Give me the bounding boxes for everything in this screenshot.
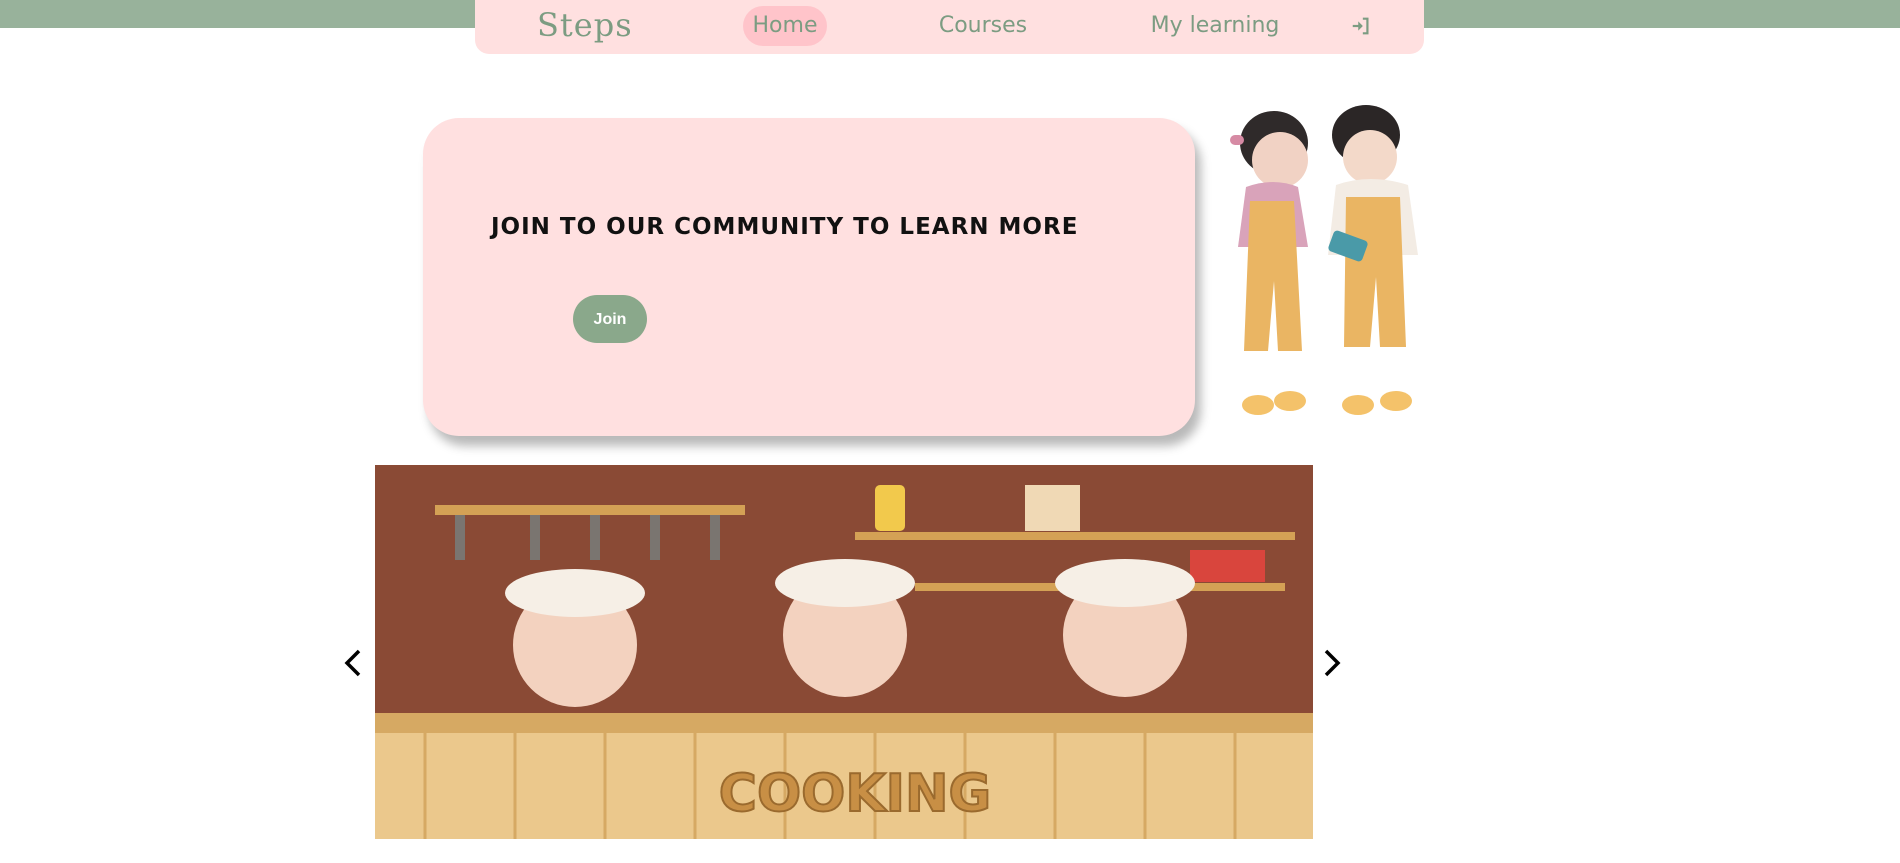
navbar: Steps Home Courses My learning (475, 0, 1424, 54)
chevron-left-icon[interactable] (341, 645, 367, 681)
chevron-right-icon[interactable] (1318, 645, 1344, 681)
brand-logo[interactable]: Steps (537, 6, 633, 44)
join-button[interactable]: Join (573, 295, 647, 343)
carousel-image: COOKING (375, 465, 1313, 839)
cooking-label: COOKING (719, 764, 991, 824)
nav-courses[interactable]: Courses (918, 6, 1048, 46)
nav-my-learning[interactable]: My learning (1115, 6, 1315, 46)
login-icon[interactable] (1337, 6, 1385, 46)
hero-card: JOIN TO OUR COMMUNITY TO LEARN MORE Join (423, 118, 1195, 436)
kids-illustration (1230, 105, 1418, 415)
nav-home[interactable]: Home (743, 6, 827, 46)
hero-headline: JOIN TO OUR COMMUNITY TO LEARN MORE (491, 214, 1079, 240)
